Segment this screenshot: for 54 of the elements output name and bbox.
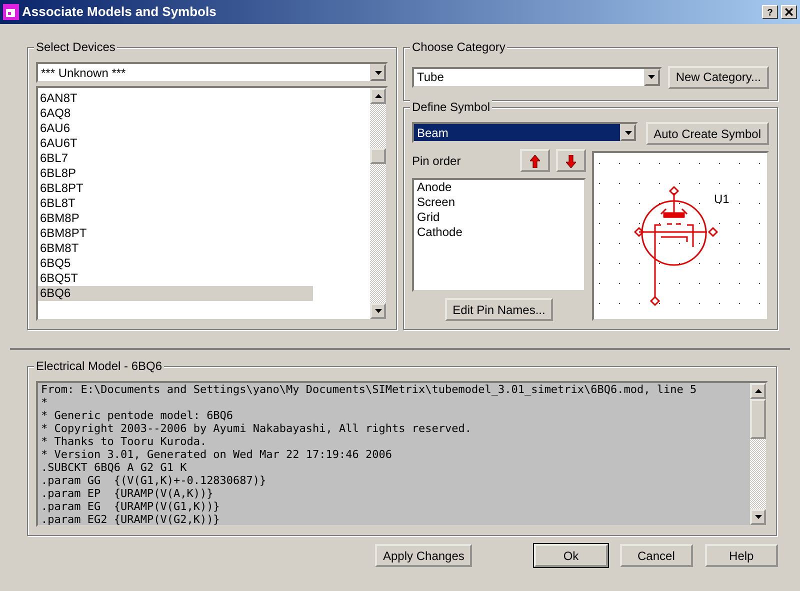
category-combo[interactable]: Tube (412, 66, 662, 88)
apply-changes-button[interactable]: Apply Changes (375, 544, 472, 567)
ok-button[interactable]: Ok (534, 544, 608, 567)
close-icon[interactable] (781, 5, 797, 19)
dropdown-arrow-icon (648, 75, 656, 79)
move-up-button[interactable] (520, 149, 550, 172)
scroll-thumb[interactable] (750, 399, 766, 439)
device-item[interactable]: 6AQ8 (38, 106, 313, 121)
device-item[interactable]: 6BM8T (38, 241, 313, 256)
dropdown-arrow-icon (374, 70, 382, 74)
app-icon (3, 4, 19, 20)
group-label: Define Symbol (410, 100, 492, 114)
down-arrow-icon (566, 154, 576, 168)
reference-label: U1 (714, 192, 730, 206)
dropdown-arrow-icon (624, 130, 632, 134)
move-down-button[interactable] (556, 149, 586, 172)
window-title: Associate Models and Symbols (22, 3, 216, 22)
pin-item[interactable]: Cathode (417, 225, 581, 240)
group-label: Select Devices (34, 40, 118, 54)
device-item[interactable]: 6BQ6 (38, 286, 313, 301)
device-item[interactable]: 6BQ5T (38, 271, 313, 286)
up-arrow-icon (530, 154, 540, 168)
device-item[interactable]: 6BL8T (38, 196, 313, 211)
dialog-button[interactable]: Cancel (620, 544, 693, 567)
new-category-button[interactable]: New Category... (668, 66, 769, 88)
device-item[interactable]: 6AN8T (38, 91, 313, 106)
device-item[interactable]: 6BM8P (38, 211, 313, 226)
group-label: Electrical Model - 6BQ6 (34, 359, 164, 373)
device-item[interactable]: 6BL8P (38, 166, 313, 181)
scroll-thumb[interactable] (370, 148, 386, 164)
scroll-down-icon (754, 515, 762, 519)
edit-pin-names-button[interactable]: Edit Pin Names... (444, 298, 554, 321)
scroll-up-icon (374, 94, 382, 98)
device-filter-combo[interactable]: *** Unknown *** (36, 62, 388, 83)
pin-list[interactable]: Anode Screen Grid Cathode (412, 178, 586, 292)
symbol-combo[interactable]: Beam (412, 122, 638, 143)
device-item[interactable]: 6BL7 (38, 151, 313, 166)
device-item[interactable]: 6BM8PT (38, 226, 313, 241)
pin-item[interactable]: Anode (417, 180, 581, 195)
scroll-up-icon (754, 389, 762, 393)
group-label: Choose Category (410, 40, 508, 54)
device-item[interactable]: 6BL8PT (38, 181, 313, 196)
dialog-button[interactable]: Help (704, 544, 778, 567)
help-title-icon[interactable]: ? (762, 5, 778, 19)
scrollbar[interactable] (370, 88, 386, 319)
pin-item[interactable]: Grid (417, 210, 581, 225)
pin-order-label: Pin order (412, 152, 461, 170)
scroll-down-icon (374, 309, 382, 313)
auto-create-symbol-button[interactable]: Auto Create Symbol (646, 122, 769, 145)
device-item[interactable]: 6BQ5 (38, 256, 313, 271)
device-item[interactable]: 6AU6 (38, 121, 313, 136)
scrollbar[interactable] (750, 383, 766, 525)
pin-item[interactable]: Screen (417, 195, 581, 210)
device-item[interactable]: 6AU6T (38, 136, 313, 151)
